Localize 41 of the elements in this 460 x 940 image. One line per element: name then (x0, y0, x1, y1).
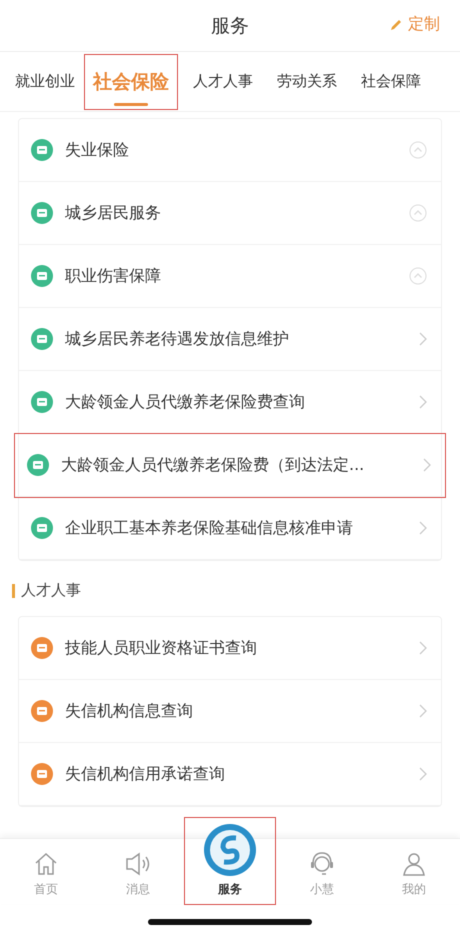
chevron-right-icon[interactable] (419, 704, 427, 718)
service-label: 失业保险 (65, 140, 130, 160)
page-title: 服务 (211, 14, 249, 38)
speaker-icon (124, 851, 152, 877)
category-tab[interactable]: 社会保障 (352, 54, 430, 110)
service-row[interactable]: 城乡居民养老待遇发放信息维护 (19, 308, 441, 371)
collapse-icon[interactable] (409, 141, 427, 159)
service-row[interactable]: 技能人员职业资格证书查询 (19, 617, 441, 680)
category-tab[interactable]: 劳动关系 (268, 54, 346, 110)
service-label: 技能人员职业资格证书查询 (65, 638, 258, 658)
chevron-right-icon[interactable] (419, 641, 427, 655)
chevron-right-icon[interactable] (423, 458, 431, 472)
chevron-right-icon[interactable] (419, 332, 427, 346)
pencil-icon (390, 18, 402, 30)
service-label: 失信机构信息查询 (65, 700, 194, 722)
service-row[interactable]: 失业保险 (19, 119, 441, 182)
service-row[interactable]: 城乡居民服务 (19, 182, 441, 245)
section-title: 人才人事 (21, 581, 81, 600)
category-tab[interactable]: 人才人事 (184, 54, 262, 110)
nav-item[interactable]: 服务 (184, 817, 276, 905)
service-label: 企业职工基本养老保险基础信息核准申请 (65, 518, 354, 538)
service-row[interactable]: 企业职工基本养老保险基础信息核准申请 (19, 497, 441, 560)
collapse-icon[interactable] (409, 267, 427, 285)
chevron-right-icon[interactable] (419, 767, 427, 781)
service-row[interactable]: 大龄领金人员代缴养老保险费查询 (19, 371, 441, 434)
service-row[interactable]: 失信机构信用承诺查询 (19, 743, 441, 806)
service-label: 职业伤害保障 (65, 266, 162, 286)
service-row[interactable]: 失信机构信息查询 (19, 680, 441, 743)
category-tab[interactable]: 就业创业 (6, 54, 84, 110)
chevron-right-icon[interactable] (419, 521, 427, 535)
service-label: 失信机构信用承诺查询 (65, 764, 226, 784)
service-label: 城乡居民养老待遇发放信息维护 (65, 328, 290, 350)
service-label: 大龄领金人员代缴养老保险费查询 (65, 392, 306, 412)
service-label: 大龄领金人员代缴养老保险费（到达法定... (61, 454, 366, 476)
collapse-icon[interactable] (409, 204, 427, 222)
service-row[interactable]: 职业伤害保障 (19, 245, 441, 308)
service-row[interactable]: 大龄领金人员代缴养老保险费（到达法定... (15, 434, 445, 497)
service-label: 城乡居民服务 (65, 202, 162, 224)
chevron-right-icon[interactable] (419, 395, 427, 409)
home-icon (33, 851, 59, 877)
person-icon (401, 851, 427, 877)
